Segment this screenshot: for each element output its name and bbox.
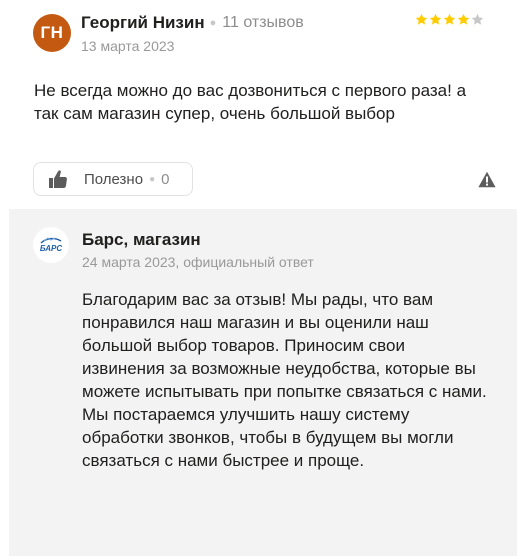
star-filled-icon	[443, 13, 456, 26]
star-filled-icon	[429, 13, 442, 26]
helpful-count: 0	[161, 170, 170, 188]
review-date: 13 марта 2023	[81, 38, 175, 54]
separator-dot: ●	[149, 173, 156, 185]
rating-stars	[415, 13, 484, 26]
warning-triangle-icon[interactable]	[478, 171, 496, 188]
separator-dot: ●	[209, 17, 217, 29]
reply-meta: 24 марта 2023, официальный ответ	[82, 254, 314, 270]
helpful-label: Полезно	[84, 170, 144, 188]
reply-text: Благодарим вас за отзыв! Мы рады, что ва…	[82, 290, 487, 470]
svg-text:БАРС: БАРС	[40, 244, 62, 253]
author-line: Георгий Низин ● 11 отзывов	[81, 13, 304, 33]
review-card: ГН Георгий Низин ● 11 отзывов 13 марта 2…	[0, 0, 517, 556]
org-logo: БАРС	[33, 227, 69, 263]
avatar-initials: ГН	[40, 23, 64, 42]
helpful-button[interactable]: Полезно ● 0	[33, 162, 193, 196]
author-name[interactable]: Георгий Низин	[81, 13, 205, 33]
org-name[interactable]: Барс, магазин	[82, 230, 201, 250]
official-reply: БАРС Барс, магазин 24 марта 2023, официа…	[9, 209, 517, 556]
review-text: Не всегда можно до вас дозвониться с пер…	[34, 81, 467, 123]
author-review-count: 11 отзывов	[222, 14, 304, 31]
star-filled-icon	[457, 13, 470, 26]
avatar[interactable]: ГН	[33, 14, 71, 52]
star-empty-icon	[471, 13, 484, 26]
thumbs-up-icon	[48, 169, 68, 189]
star-filled-icon	[415, 13, 428, 26]
